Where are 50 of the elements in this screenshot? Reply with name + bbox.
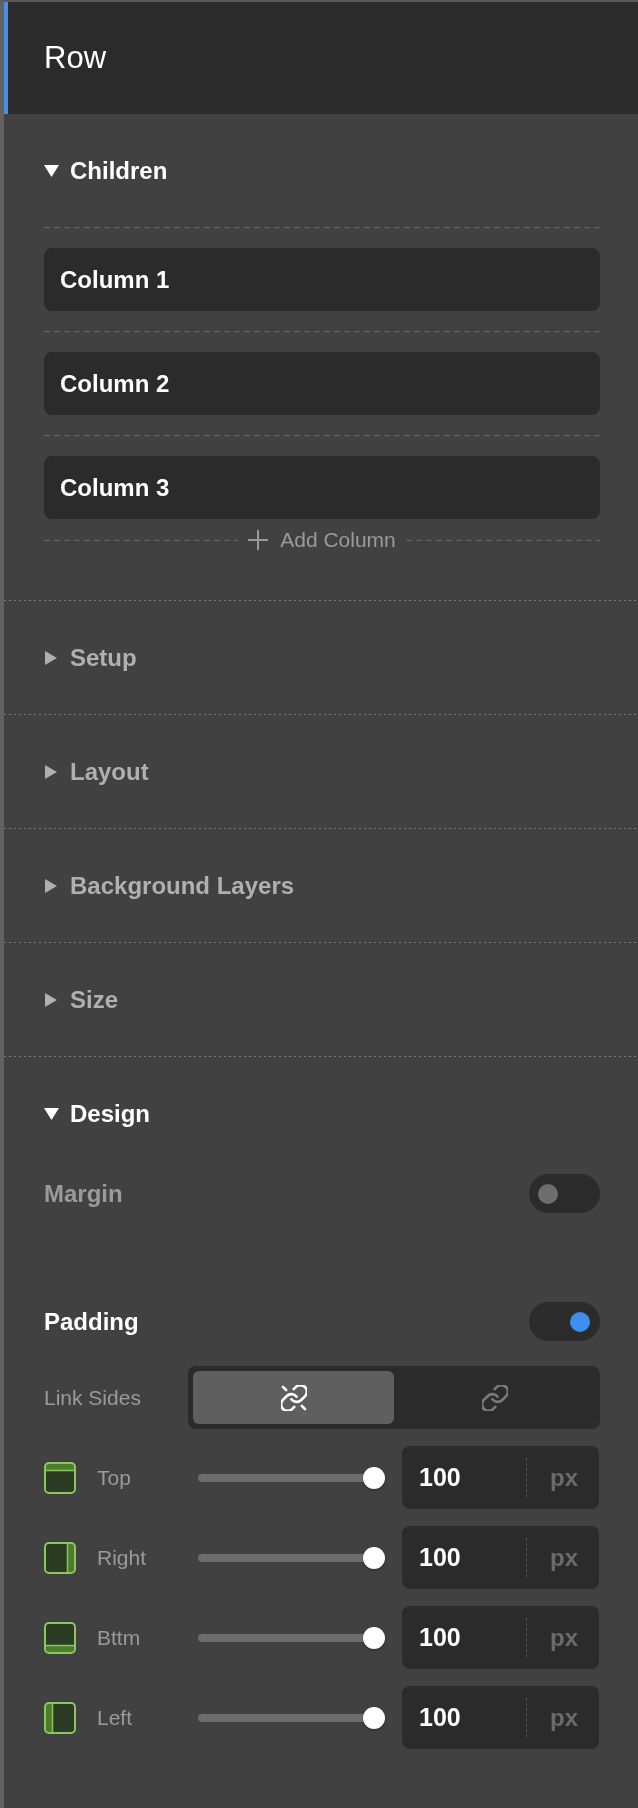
broken-link-icon [280,1384,307,1411]
slider-track[interactable] [198,1626,385,1649]
bottom-edge-icon [44,1621,76,1654]
padding-label: Padding [44,1307,139,1336]
side-label: Top [97,1465,131,1489]
unlink-sides-button[interactable] [193,1371,394,1424]
unit-label: px [550,1623,578,1652]
link-sides-label: Link Sides [44,1385,141,1409]
slider-thumb[interactable] [363,1546,385,1569]
slider-thumb[interactable] [363,1466,385,1489]
slider-track[interactable] [198,1466,385,1489]
panel-title: Row [44,40,106,76]
unit-label: px [550,1703,578,1732]
section-header[interactable]: Background Layers [44,871,295,900]
plus-icon [248,530,269,550]
number-field[interactable]: 100 px [402,1686,599,1749]
section-header[interactable]: Size [44,985,119,1014]
toggle-switch[interactable] [529,1302,600,1341]
column-item[interactable]: Column 3 [44,456,600,519]
side-label: Left [97,1705,133,1729]
slider-thumb[interactable] [363,1706,385,1729]
unit-label: px [550,1463,578,1492]
column-item[interactable]: Column 1 [44,248,600,311]
slider-track[interactable] [198,1706,385,1729]
column-item[interactable]: Column 2 [44,352,600,415]
caret-right-icon [45,992,57,1007]
section-header[interactable]: Design [44,1099,150,1128]
side-label: Bttm [97,1625,141,1649]
caret-right-icon [45,764,57,779]
section-header[interactable]: Layout [44,757,149,786]
number-field[interactable]: 100 px [402,1446,599,1509]
side-label: Right [97,1545,147,1569]
caret-right-icon [45,650,57,665]
left-edge-icon [44,1701,76,1734]
top-edge-icon [44,1461,76,1494]
margin-label: Margin [44,1179,123,1208]
unit-label: px [550,1543,578,1572]
toggle-switch[interactable] [529,1174,600,1213]
slider-track[interactable] [198,1546,385,1569]
caret-right-icon [45,878,57,893]
caret-down-icon [44,164,59,177]
caret-down-icon [44,1107,59,1120]
section-header[interactable]: Children [44,156,168,185]
number-field[interactable]: 100 px [402,1526,599,1589]
right-edge-icon [44,1541,76,1574]
section-header[interactable]: Setup [44,643,137,672]
slider-thumb[interactable] [363,1626,385,1649]
link-icon [481,1384,508,1411]
add-column-button[interactable]: Add Column [248,528,396,552]
number-field[interactable]: 100 px [402,1606,599,1669]
